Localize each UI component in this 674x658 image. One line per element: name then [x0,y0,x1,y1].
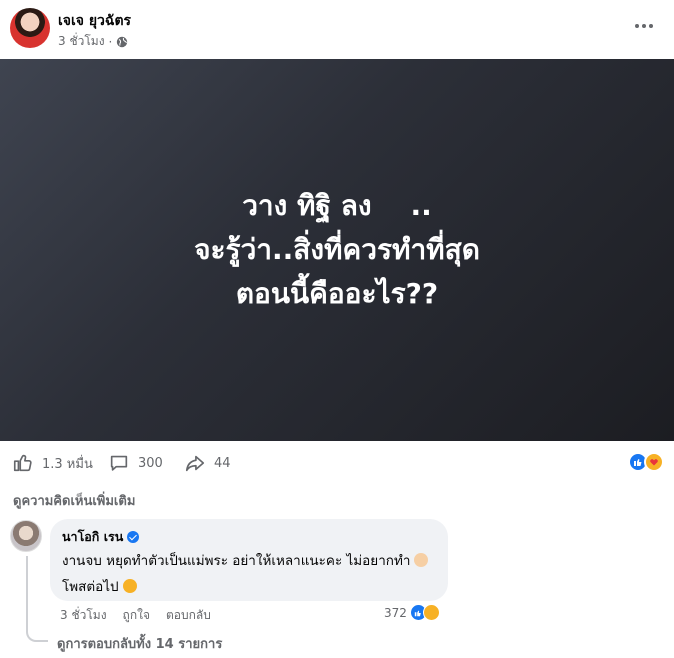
more-dot-icon [635,24,639,28]
comment-text-line-1: งานจบ หยุดทำตัวเป็นแม่พระ อย่าให้เหลาแนะ… [62,549,436,573]
image-text-line-3: ตอนนี้คืออะไร?? [235,277,439,310]
share-icon [185,455,205,472]
like-button[interactable]: 1.3 หมื่น [12,452,93,474]
post-meta: 3 ชั่วโมง · [58,32,128,51]
comment-actions: 3 ชั่วโมง ถูกใจ ตอบกลับ [60,606,211,625]
post-time[interactable]: 3 ชั่วโมง [58,32,105,51]
thumbs-up-icon [13,454,32,472]
meta-separator: · [108,34,113,49]
comment-button[interactable]: 300 [108,452,163,474]
reply-thread-line [26,556,48,642]
verified-badge-icon [127,531,140,543]
globe-icon[interactable] [116,36,128,48]
post-header: เจเจ ยุวฉัตร 3 ชั่วโมง · [0,0,674,58]
comment-like-button[interactable]: ถูกใจ [123,606,150,625]
more-dot-icon [642,24,646,28]
view-more-comments-link[interactable]: ดูความคิดเห็นเพิ่มเติม [13,490,135,511]
more-dot-icon [649,24,653,28]
commenter-name[interactable]: นาโอกิ เรน [62,527,123,547]
comment-time[interactable]: 3 ชั่วโมง [60,606,107,625]
comment-reaction-count: 372 [384,605,407,620]
comment-text: งานจบ หยุดทำตัวเป็นแม่พระ อย่าให้เหลาแนะ… [62,553,411,569]
comment-icon [110,455,128,471]
post-image[interactable]: วาง ทิฐิ ลง .. จะรู้ว่า..สิ่งที่ควรทำที่… [0,59,674,441]
commenter-avatar[interactable] [10,520,42,552]
reaction-summary[interactable] [628,452,664,472]
commenter-name-row: นาโอกิ เรน [62,527,436,547]
view-replies-link[interactable]: ดูการตอบกลับทั้ง 14 รายการ [57,633,222,654]
comment-reply-button[interactable]: ตอบกลับ [166,606,211,625]
author-name[interactable]: เจเจ ยุวฉัตร [58,10,131,32]
image-text-line-2: จะรู้ว่า..สิ่งที่ควรทำที่สุด [194,233,480,266]
ok-hand-emoji-icon [414,553,429,567]
haha-icon [422,604,440,621]
comment-reactions[interactable]: 372 [384,604,440,621]
more-options-button[interactable] [630,14,658,38]
comment-text-line-2: โพสต่อไป [62,575,436,599]
rofl-emoji-icon [122,579,137,593]
share-button[interactable]: 44 [184,452,231,474]
comment-count: 300 [138,455,163,471]
like-count: 1.3 หมื่น [42,456,93,472]
care-icon [644,452,664,472]
comment-text: โพสต่อไป [62,579,119,595]
image-text-line-1: วาง ทิฐิ ลง .. [242,189,432,222]
author-avatar[interactable] [10,8,50,48]
comment-bubble: นาโอกิ เรน งานจบ หยุดทำตัวเป็นแม่พระ อย่… [50,519,448,601]
engagement-bar: 1.3 หมื่น 300 44 [0,442,674,482]
share-count: 44 [214,455,231,471]
